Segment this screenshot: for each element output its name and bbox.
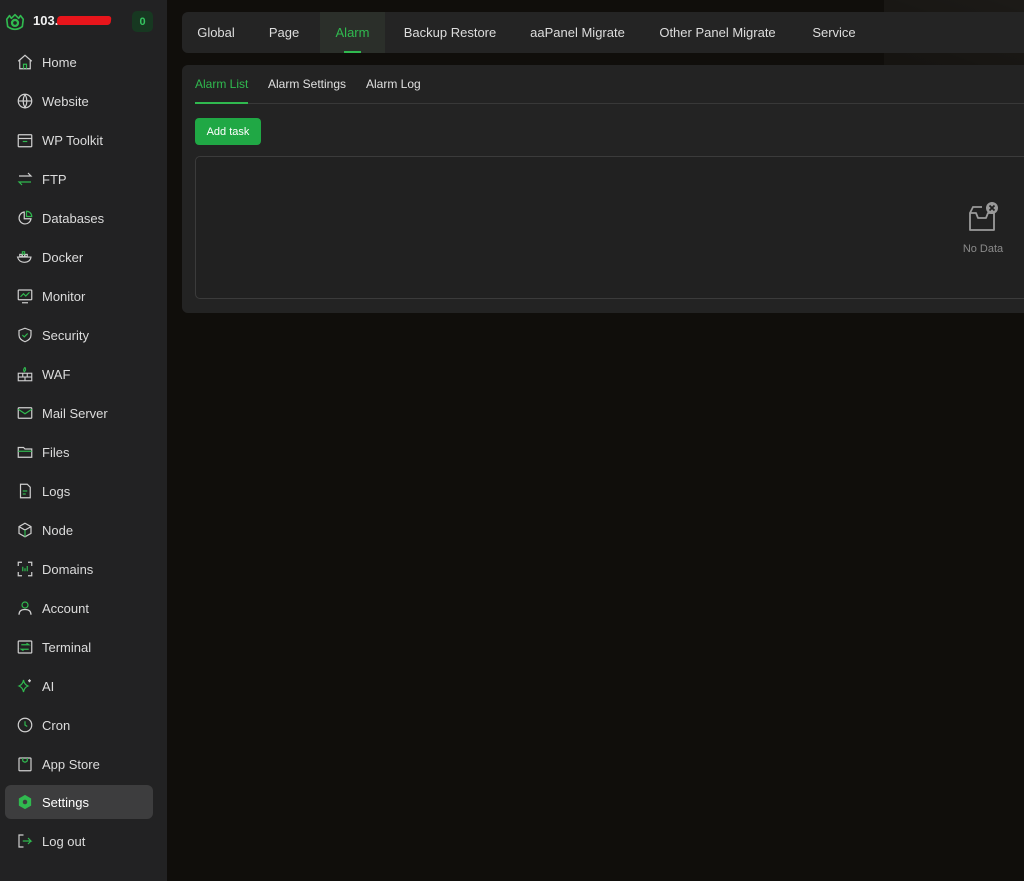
sidebar-item-label: WAF [42,366,71,382]
alarm-task-table: No Data [195,156,1024,299]
redaction-mark [56,16,112,25]
logout-icon [15,832,34,851]
sidebar-item-label: Home [42,54,77,70]
sidebar-item-label: Node [42,522,74,538]
store-bag-icon [15,755,34,774]
sidebar-item-label: Website [42,93,89,109]
settings-gear-icon [15,793,34,812]
sidebar-item-account[interactable]: Account [5,591,153,625]
sidebar-item-label: Monitor [42,288,86,304]
sidebar-item-databases[interactable]: Databases [5,201,153,235]
tab-alarm[interactable]: Alarm [320,12,385,53]
sidebar-item-label: Logs [42,483,71,499]
sidebar-item-docker[interactable]: Docker [5,240,153,274]
sidebar-item-label: AI [42,678,55,694]
sidebar: 103.… 0 Home Website WP Toolkit FTP Data… [0,0,167,881]
clock-icon [15,716,34,735]
sidebar-item-security[interactable]: Security [5,318,153,352]
app-root: 103.… 0 Home Website WP Toolkit FTP Data… [0,0,1024,881]
sidebar-item-waf[interactable]: WAF [5,357,153,391]
sidebar-item-website[interactable]: Website [5,84,153,118]
subtab-alarm-log[interactable]: Alarm Log [366,65,421,103]
folder-icon [15,443,34,462]
sidebar-item-home[interactable]: Home [5,45,153,79]
monitor-icon [15,287,34,306]
empty-inbox-icon [969,202,998,231]
pie-chart-icon [15,209,34,228]
tab-other-panel-migrate[interactable]: Other Panel Migrate [640,12,795,53]
log-file-icon [15,482,34,501]
sidebar-item-label: Databases [42,210,105,226]
settings-tab-bar: Global Page Alarm Backup Restore aaPanel… [182,12,1024,53]
sidebar-item-label: FTP [42,171,67,187]
sidebar-item-node[interactable]: Node [5,513,153,547]
sidebar-item-label: Docker [42,249,84,265]
sidebar-item-app-store[interactable]: App Store [5,747,153,781]
sidebar-item-label: WP Toolkit [42,132,103,148]
alarm-subtab-bar: Alarm List Alarm Settings Alarm Log [195,65,1024,104]
shield-icon [15,326,34,345]
sidebar-item-label: Security [42,327,89,343]
sidebar-item-files[interactable]: Files [5,435,153,469]
firewall-icon [15,365,34,384]
tab-aapanel-migrate[interactable]: aaPanel Migrate [515,12,640,53]
tab-service[interactable]: Service [795,12,873,53]
terminal-icon [15,638,34,657]
sidebar-item-log-out[interactable]: Log out [5,824,153,858]
sidebar-item-label: Settings [42,794,89,810]
user-icon [15,599,34,618]
sidebar-item-label: Domains [42,561,94,577]
cube-icon [15,521,34,540]
sidebar-item-logs[interactable]: Logs [5,474,153,508]
sidebar-item-wp-toolkit[interactable]: WP Toolkit [5,123,153,157]
sidebar-item-ai[interactable]: AI [5,669,153,703]
domain-scan-icon [15,560,34,579]
tab-page[interactable]: Page [250,12,318,53]
brand-header[interactable]: 103.… 0 [0,0,167,44]
sidebar-item-label: Account [42,600,89,616]
brand-logo-icon [5,13,25,31]
sidebar-item-label: Mail Server [42,405,108,421]
notification-count-badge[interactable]: 0 [132,11,153,32]
transfer-arrows-icon [15,170,34,189]
globe-icon [15,92,34,111]
tab-global[interactable]: Global [182,12,250,53]
sidebar-item-label: Cron [42,717,71,733]
sidebar-item-label: App Store [42,756,100,772]
sidebar-item-settings[interactable]: Settings [5,785,153,819]
empty-state-text: No Data [962,243,1004,255]
subtab-alarm-list[interactable]: Alarm List [195,65,249,104]
docker-icon [15,248,34,267]
add-task-button[interactable]: Add task [195,118,261,145]
subtab-alarm-settings[interactable]: Alarm Settings [268,65,346,103]
sidebar-item-label: Files [42,444,70,460]
sidebar-item-monitor[interactable]: Monitor [5,279,153,313]
sidebar-item-label: Log out [42,833,86,849]
sidebar-item-domains[interactable]: Domains [5,552,153,586]
tab-backup-restore[interactable]: Backup Restore [385,12,515,53]
sidebar-item-ftp[interactable]: FTP [5,162,153,196]
home-icon [15,53,34,72]
sparkle-icon [15,677,34,696]
alarm-panel: Alarm List Alarm Settings Alarm Log Add … [182,65,1024,313]
sidebar-item-mail-server[interactable]: Mail Server [5,396,153,430]
sidebar-item-terminal[interactable]: Terminal [5,630,153,664]
mail-icon [15,404,34,423]
sidebar-item-label: Terminal [42,639,92,655]
toolbox-icon [15,131,34,150]
sidebar-item-cron[interactable]: Cron [5,708,153,742]
